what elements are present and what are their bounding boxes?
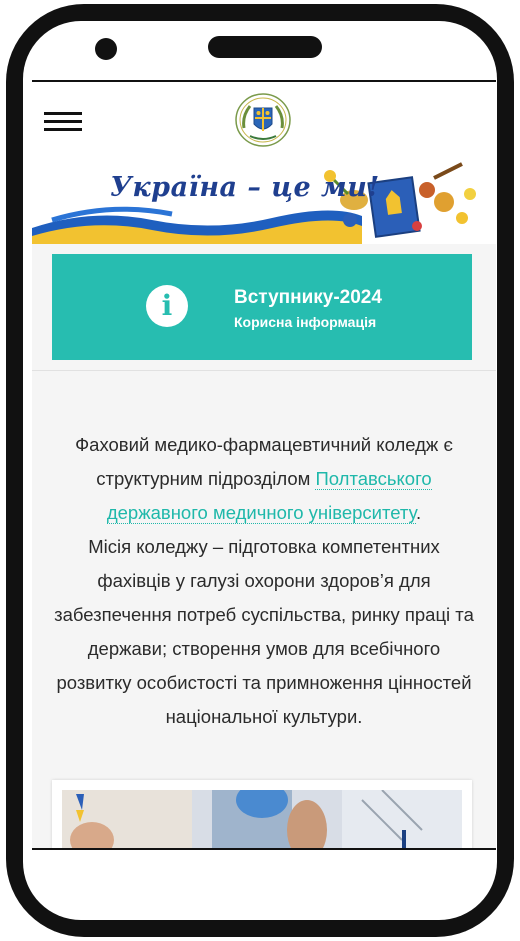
about-intro-end: . <box>416 502 422 523</box>
hamburger-menu-icon[interactable] <box>44 112 82 131</box>
banner-slogan: Україна – це ми! <box>110 172 380 203</box>
admission-2024-button[interactable]: i Вступнику-2024 Корисна інформація <box>52 254 472 360</box>
speaker-grille <box>208 36 322 58</box>
about-text: Фаховий медико-фармацевтичний коледж є с… <box>50 428 478 734</box>
info-icon: i <box>146 285 188 327</box>
cta-title: Вступнику-2024 <box>234 287 382 308</box>
camera-icon <box>95 38 117 60</box>
news-photo <box>62 790 462 848</box>
phone-screen: Україна – це ми! i Вступнику-2024 Корисн… <box>32 80 496 850</box>
photo-card[interactable] <box>52 780 472 848</box>
college-logo[interactable] <box>234 92 292 148</box>
section-divider <box>32 370 496 371</box>
site-header <box>32 82 496 159</box>
ukraine-banner[interactable]: Україна – це ми! <box>32 158 496 244</box>
cta-subtitle: Корисна інформація <box>234 314 377 330</box>
mission-text: Місія коледжу – підготовка компетентних … <box>54 536 474 727</box>
